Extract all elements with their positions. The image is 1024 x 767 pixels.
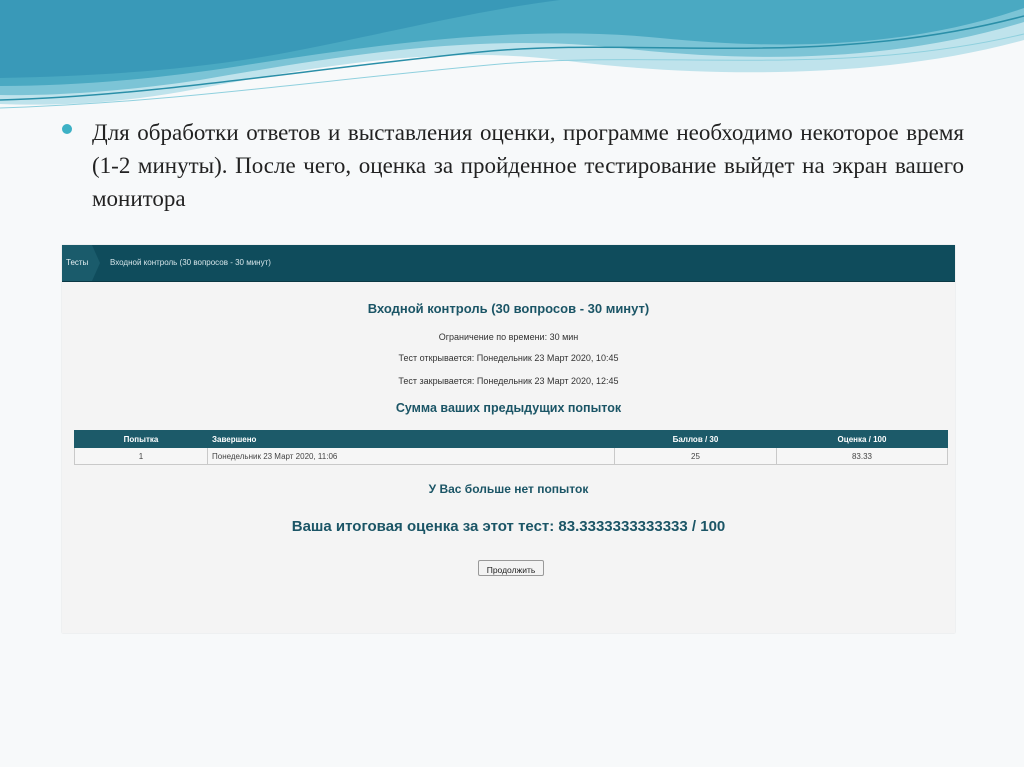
cell-attempt: 1	[74, 447, 208, 465]
top-navbar: Тесты Входной контроль (30 вопросов - 30…	[62, 245, 955, 282]
col-header-completed: Завершено	[207, 430, 615, 448]
attempts-table: Попытка Завершено Баллов / 30 Оценка / 1…	[74, 430, 948, 465]
cell-points: 25	[614, 447, 777, 465]
cell-completed: Понедельник 23 Март 2020, 11:06	[207, 447, 615, 465]
col-header-points: Баллов / 30	[614, 430, 777, 448]
bullet-dot	[62, 124, 72, 134]
embedded-screenshot: Тесты Входной контроль (30 вопросов - 30…	[62, 245, 955, 633]
opens-text: Тест открывается: Понедельник 23 Март 20…	[398, 353, 619, 363]
breadcrumb-separator-icon	[92, 245, 100, 281]
no-attempts-text: У Вас больше нет попыток	[428, 482, 589, 496]
time-limit-text: Ограничение по времени: 30 мин	[438, 332, 579, 342]
slide-paragraph: Для обработки ответов и выставления оцен…	[92, 120, 964, 211]
col-header-attempt: Попытка	[74, 430, 208, 448]
table-row: 1 Понедельник 23 Март 2020, 11:06 25 83.…	[74, 447, 948, 465]
decorative-waves	[0, 0, 1024, 109]
breadcrumb-home[interactable]: Тесты	[62, 245, 92, 281]
cell-grade: 83.33	[776, 447, 948, 465]
continue-button[interactable]: Продолжить	[478, 560, 544, 576]
breadcrumb-current[interactable]: Входной контроль (30 вопросов - 30 минут…	[110, 258, 271, 267]
col-header-grade: Оценка / 100	[776, 430, 948, 448]
closes-text: Тест закрывается: Понедельник 23 Март 20…	[398, 376, 619, 386]
summary-title: Сумма ваших предыдущих попыток	[395, 401, 622, 415]
quiz-title: Входной контроль (30 вопросов - 30 минут…	[367, 301, 650, 316]
final-grade-text: Ваша итоговая оценка за этот тест: 83.33…	[291, 518, 726, 535]
breadcrumb-home-label[interactable]: Тесты	[66, 258, 88, 267]
